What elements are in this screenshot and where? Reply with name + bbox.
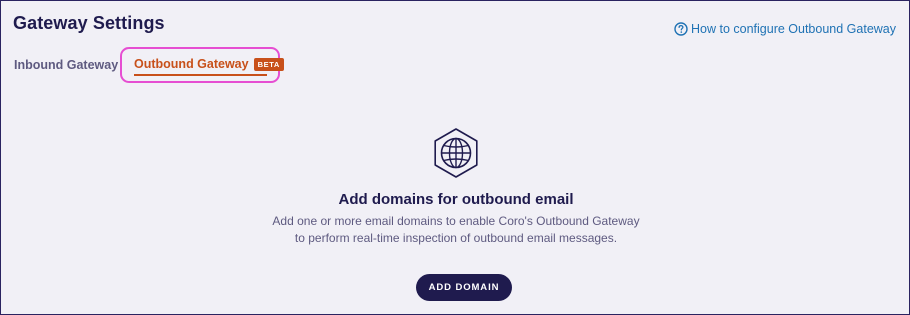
page-title: Gateway Settings [13,13,165,33]
add-domain-button[interactable]: ADD DOMAIN [416,274,512,301]
empty-state-description: Add one or more email domains to enable … [1,213,910,247]
beta-badge: BETA [253,57,284,71]
help-link[interactable]: How to configure Outbound Gateway [674,22,896,36]
tab-outbound-gateway[interactable]: Outbound Gateway BETA [120,47,284,83]
empty-state-description-line: Add one or more email domains to enable … [272,214,640,228]
help-circle-icon [674,22,688,36]
empty-state-description-line: to perform real-time inspection of outbo… [294,231,618,245]
gateway-tabs: Inbound Gateway Outbound Gateway BETA [1,47,909,87]
tab-outbound-content: Outbound Gateway BETA [134,57,284,71]
empty-state: Add domains for outbound email Add one o… [1,126,910,247]
help-link-label: How to configure Outbound Gateway [691,22,896,36]
tab-inbound-gateway[interactable]: Inbound Gateway [14,58,118,72]
tab-outbound-label: Outbound Gateway [134,57,249,71]
globe-hexagon-icon [429,126,483,180]
active-tab-indicator [134,74,267,76]
empty-state-title: Add domains for outbound email [338,191,574,208]
gateway-settings-panel: Gateway Settings How to configure Outbou… [0,0,910,315]
